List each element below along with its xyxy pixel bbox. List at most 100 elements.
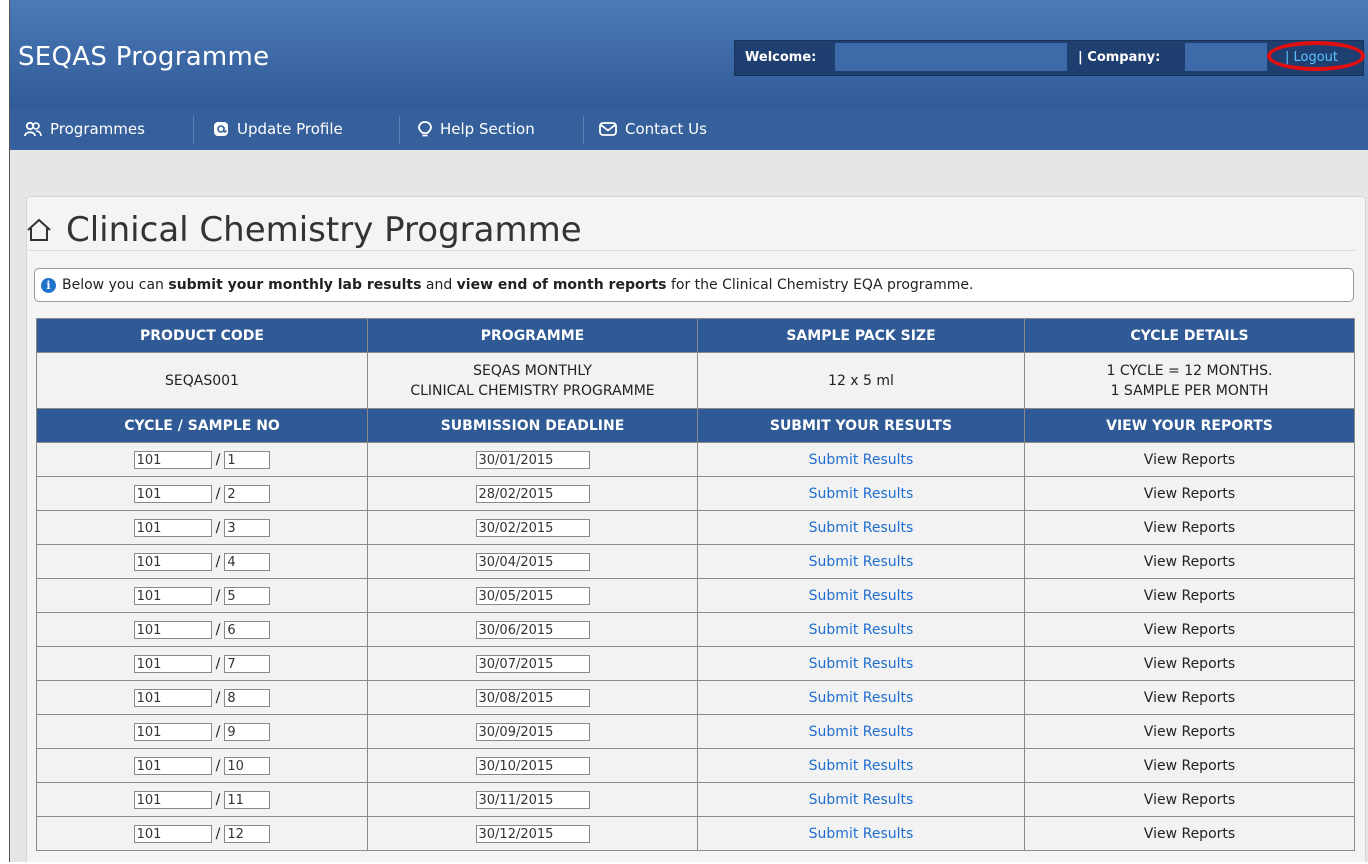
sample-input[interactable]: 8 — [224, 688, 271, 707]
deadline-input[interactable]: 30/02/2015 — [475, 518, 590, 537]
sample-header-row: CYCLE / SAMPLE NO SUBMISSION DEADLINE SU… — [36, 408, 1355, 443]
view-reports-link[interactable]: View Reports — [1144, 724, 1235, 740]
info-box: i Below you can submit your monthly lab … — [34, 268, 1354, 302]
submit-results-link[interactable]: Submit Results — [809, 452, 914, 468]
submit-results-link[interactable]: Submit Results — [809, 622, 914, 638]
table-row: 101/1 30/01/2015 Submit Results View Report… — [36, 442, 1355, 477]
submit-cell: Submit Results — [697, 578, 1025, 613]
submit-results-link[interactable]: Submit Results — [809, 486, 914, 502]
sample-input[interactable]: 2 — [224, 484, 271, 503]
deadline-input[interactable]: 30/10/2015 — [475, 756, 590, 775]
view-reports-link[interactable]: View Reports — [1144, 758, 1235, 774]
cycle-input[interactable]: 101 — [133, 722, 212, 741]
lightbulb-icon — [418, 120, 432, 136]
nav-help-section[interactable]: Help Section — [418, 120, 535, 138]
cycle-sample-separator: / — [215, 689, 221, 706]
deadline-input[interactable]: 30/05/2015 — [475, 586, 590, 605]
submit-results-link[interactable]: Submit Results — [809, 520, 914, 536]
cycle-sample-cell: 101/8 — [36, 680, 368, 715]
deadline-input[interactable]: 28/02/2015 — [475, 484, 590, 503]
cycle-input[interactable]: 101 — [133, 484, 212, 503]
cycle-input[interactable]: 101 — [133, 824, 212, 843]
cycle-input[interactable]: 101 — [133, 552, 212, 571]
submit-results-link[interactable]: Submit Results — [809, 792, 914, 808]
view-reports-link[interactable]: View Reports — [1144, 690, 1235, 706]
cycle-sample-cell: 101/5 — [36, 578, 368, 613]
cycle-sample-cell: 101/6 — [36, 612, 368, 647]
nav-programmes[interactable]: Programmes — [24, 120, 145, 138]
info-icon: i — [41, 277, 56, 293]
deadline-cell: 30/09/2015 — [367, 714, 698, 749]
deadline-input[interactable]: 30/01/2015 — [475, 450, 590, 469]
page-heading: Clinical Chemistry Programme — [26, 210, 582, 250]
users-icon — [24, 121, 42, 137]
cycle-input[interactable]: 101 — [133, 518, 212, 537]
view-reports-link[interactable]: View Reports — [1144, 554, 1235, 570]
sample-input[interactable]: 5 — [224, 586, 271, 605]
nav-help-section-label: Help Section — [440, 120, 535, 138]
deadline-cell: 30/12/2015 — [367, 816, 698, 851]
submit-cell: Submit Results — [697, 476, 1025, 511]
table-row: 101/8 30/08/2015 Submit Results View Report… — [36, 680, 1355, 715]
nav-divider — [399, 116, 400, 144]
welcome-value — [835, 43, 1067, 71]
sample-input[interactable]: 1 — [224, 450, 271, 469]
cycle-input[interactable]: 101 — [133, 620, 212, 639]
deadline-input[interactable]: 30/12/2015 — [475, 824, 590, 843]
cycle-input[interactable]: 101 — [133, 790, 212, 809]
submit-results-link[interactable]: Submit Results — [809, 826, 914, 842]
sample-input[interactable]: 3 — [224, 518, 271, 537]
view-reports-link[interactable]: View Reports — [1144, 656, 1235, 672]
product-cycle-details: 1 CYCLE = 12 MONTHS. 1 SAMPLE PER MONTH — [1024, 352, 1355, 409]
cycle-input[interactable]: 101 — [133, 756, 212, 775]
sample-input[interactable]: 7 — [224, 654, 271, 673]
nav-contact-us[interactable]: Contact Us — [599, 120, 707, 138]
header-product-code: PRODUCT CODE — [36, 318, 368, 353]
header-submit-results: SUBMIT YOUR RESULTS — [697, 408, 1025, 443]
submit-cell: Submit Results — [697, 748, 1025, 783]
deadline-cell: 30/07/2015 — [367, 646, 698, 681]
view-cell: View Reports — [1024, 714, 1355, 749]
cycle-input[interactable]: 101 — [133, 450, 212, 469]
sample-input[interactable]: 6 — [224, 620, 271, 639]
deadline-input[interactable]: 30/09/2015 — [475, 722, 590, 741]
sample-input[interactable]: 4 — [224, 552, 271, 571]
deadline-input[interactable]: 30/08/2015 — [475, 688, 590, 707]
deadline-cell: 28/02/2015 — [367, 476, 698, 511]
sample-input[interactable]: 12 — [224, 824, 271, 843]
cycle-sample-cell: 101/12 — [36, 816, 368, 851]
view-cell: View Reports — [1024, 646, 1355, 681]
submit-results-link[interactable]: Submit Results — [809, 588, 914, 604]
view-reports-link[interactable]: View Reports — [1144, 588, 1235, 604]
submit-results-link[interactable]: Submit Results — [809, 554, 914, 570]
nav-programmes-label: Programmes — [50, 120, 145, 138]
submit-results-link[interactable]: Submit Results — [809, 690, 914, 706]
view-reports-link[interactable]: View Reports — [1144, 486, 1235, 502]
view-reports-link[interactable]: View Reports — [1144, 520, 1235, 536]
view-reports-link[interactable]: View Reports — [1144, 792, 1235, 808]
nav-update-profile[interactable]: Update Profile — [213, 120, 343, 138]
table-row: 101/6 30/06/2015 Submit Results View Report… — [36, 612, 1355, 647]
view-reports-link[interactable]: View Reports — [1144, 826, 1235, 842]
deadline-input[interactable]: 30/07/2015 — [475, 654, 590, 673]
cycle-sample-separator: / — [215, 621, 221, 638]
header-cycle-details: CYCLE DETAILS — [1024, 318, 1355, 353]
cycle-input[interactable]: 101 — [133, 688, 212, 707]
deadline-cell: 30/05/2015 — [367, 578, 698, 613]
cycle-input[interactable]: 101 — [133, 586, 212, 605]
cycle-sample-separator: / — [215, 553, 221, 570]
sample-input[interactable]: 11 — [224, 790, 271, 809]
submit-results-link[interactable]: Submit Results — [809, 724, 914, 740]
sample-input[interactable]: 10 — [224, 756, 271, 775]
view-reports-link[interactable]: View Reports — [1144, 452, 1235, 468]
submit-results-link[interactable]: Submit Results — [809, 656, 914, 672]
header-cycle-sample-no: CYCLE / SAMPLE NO — [36, 408, 368, 443]
deadline-input[interactable]: 30/04/2015 — [475, 552, 590, 571]
deadline-input[interactable]: 30/06/2015 — [475, 620, 590, 639]
view-reports-link[interactable]: View Reports — [1144, 622, 1235, 638]
deadline-input[interactable]: 30/11/2015 — [475, 790, 590, 809]
cycle-input[interactable]: 101 — [133, 654, 212, 673]
sample-input[interactable]: 9 — [224, 722, 271, 741]
table-row: 101/3 30/02/2015 Submit Results View Report… — [36, 510, 1355, 545]
submit-results-link[interactable]: Submit Results — [809, 758, 914, 774]
